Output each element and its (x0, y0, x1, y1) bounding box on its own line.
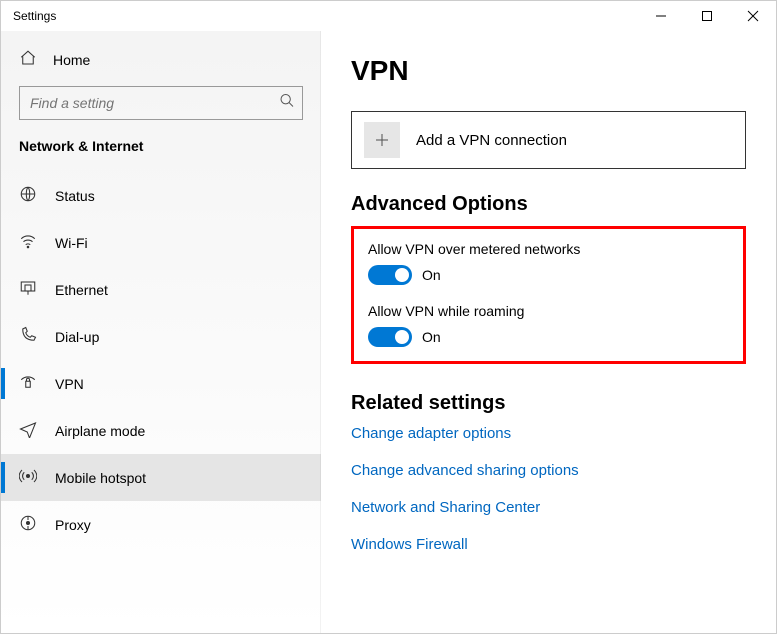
window-controls (638, 1, 776, 31)
category-title: Network & Internet (1, 134, 321, 172)
add-vpn-button[interactable]: Add a VPN connection (351, 111, 746, 169)
sidebar-item-airplane[interactable]: Airplane mode (1, 407, 321, 454)
window-title: Settings (13, 9, 56, 23)
home-nav[interactable]: Home (1, 39, 321, 80)
ethernet-icon (19, 279, 37, 300)
link-adapter[interactable]: Change adapter options (351, 425, 746, 442)
search-container (19, 86, 303, 120)
sidebar-item-ethernet[interactable]: Ethernet (1, 266, 321, 313)
sidebar-item-label: Proxy (55, 517, 91, 533)
related-heading: Related settings (351, 392, 746, 415)
sidebar-item-label: Airplane mode (55, 423, 145, 439)
wifi-icon (19, 232, 37, 253)
sidebar-item-dialup[interactable]: Dial-up (1, 313, 321, 360)
sidebar-item-hotspot[interactable]: Mobile hotspot (1, 454, 321, 501)
home-icon (19, 49, 37, 70)
hotspot-icon (19, 467, 37, 488)
link-firewall[interactable]: Windows Firewall (351, 536, 746, 553)
metered-toggle-row: On (368, 265, 729, 285)
roaming-state: On (422, 329, 441, 345)
highlight-box: Allow VPN over metered networks On Allow… (351, 226, 746, 364)
link-center[interactable]: Network and Sharing Center (351, 499, 746, 516)
metered-toggle[interactable] (368, 265, 412, 285)
sidebar-item-label: Status (55, 188, 95, 204)
globe-icon (19, 185, 37, 206)
vpn-icon (19, 373, 37, 394)
content-area: VPN Add a VPN connection Advanced Option… (321, 31, 776, 633)
sidebar-item-wifi[interactable]: Wi-Fi (1, 219, 321, 266)
plus-icon (364, 122, 400, 158)
sidebar-item-label: Ethernet (55, 282, 108, 298)
minimize-button[interactable] (638, 1, 684, 31)
metered-label: Allow VPN over metered networks (368, 241, 729, 257)
sidebar-item-label: VPN (55, 376, 84, 392)
sidebar-item-label: Mobile hotspot (55, 470, 146, 486)
proxy-icon (19, 514, 37, 535)
search-icon (279, 93, 295, 114)
advanced-heading: Advanced Options (351, 193, 746, 216)
phone-icon (19, 326, 37, 347)
titlebar: Settings (1, 1, 776, 31)
airplane-icon (19, 420, 37, 441)
page-title: VPN (351, 55, 746, 87)
roaming-toggle[interactable] (368, 327, 412, 347)
sidebar-item-vpn[interactable]: VPN (1, 360, 321, 407)
maximize-button[interactable] (684, 1, 730, 31)
sidebar-item-status[interactable]: Status (1, 172, 321, 219)
roaming-label: Allow VPN while roaming (368, 303, 729, 319)
close-button[interactable] (730, 1, 776, 31)
sidebar-item-label: Wi-Fi (55, 235, 88, 251)
link-sharing[interactable]: Change advanced sharing options (351, 462, 746, 479)
search-input[interactable] (19, 86, 303, 120)
metered-state: On (422, 267, 441, 283)
home-label: Home (53, 52, 90, 68)
roaming-toggle-row: On (368, 327, 729, 347)
sidebar-item-label: Dial-up (55, 329, 99, 345)
sidebar-item-proxy[interactable]: Proxy (1, 501, 321, 548)
add-vpn-label: Add a VPN connection (416, 132, 567, 149)
sidebar: Home Network & Internet Status Wi-Fi Eth… (1, 31, 321, 633)
